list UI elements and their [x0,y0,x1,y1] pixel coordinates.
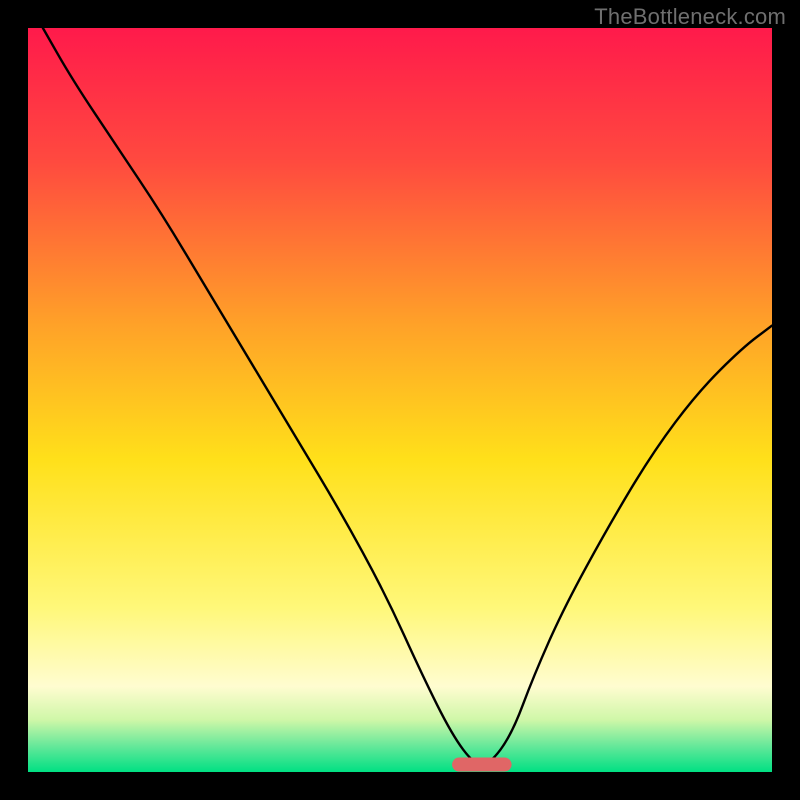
bottleneck-chart [0,0,800,800]
optimal-marker [452,758,512,772]
watermark-text: TheBottleneck.com [594,4,786,30]
plot-background [28,28,772,772]
chart-frame: { "watermark": "TheBottleneck.com", "cha… [0,0,800,800]
